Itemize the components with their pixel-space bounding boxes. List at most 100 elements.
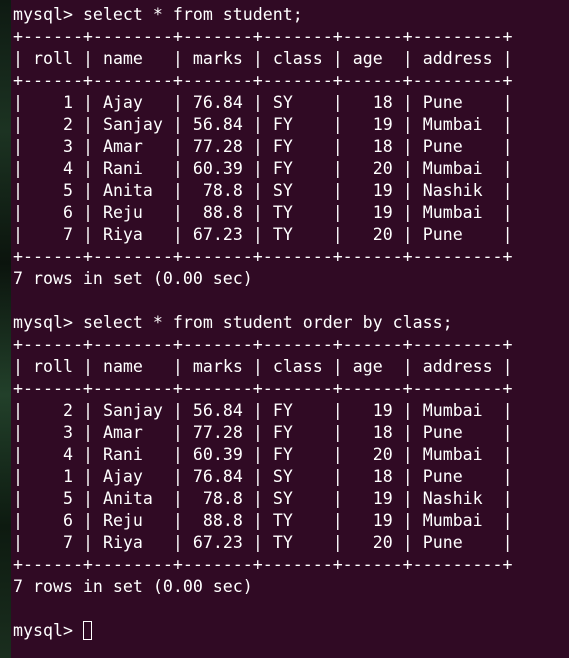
table-cell: 1: [62, 467, 73, 486]
table-row: | 6 | Reju | 88.8 | TY | 19 | Mumbai |: [13, 203, 513, 222]
column-header: name: [102, 49, 143, 68]
column-header: age: [352, 357, 383, 376]
table-cell: Anita: [102, 181, 153, 200]
table-cell: Sanjay: [102, 115, 163, 134]
table-cell: TY: [272, 511, 293, 530]
table-cell: 20: [372, 225, 393, 244]
table-cell: Mumbai: [422, 203, 483, 222]
table-cell: 18: [372, 137, 393, 156]
table-row: | 6 | Reju | 88.8 | TY | 19 | Mumbai |: [13, 511, 513, 530]
table-cell: Ajay: [102, 93, 143, 112]
column-header: class: [272, 357, 323, 376]
table-cell: Pune: [422, 423, 463, 442]
table-cell: Pune: [422, 137, 463, 156]
table-cell: 20: [372, 445, 393, 464]
table-cell: 7: [62, 533, 73, 552]
table-cell: 67.23: [192, 533, 243, 552]
table-row: | 4 | Rani | 60.39 | FY | 20 | Mumbai |: [13, 445, 513, 464]
table-cell: SY: [272, 93, 293, 112]
table-cell: 78.8: [202, 181, 243, 200]
column-header: address: [422, 357, 493, 376]
sql-command: select * from student;: [82, 5, 303, 24]
table-cell: 3: [62, 137, 73, 156]
table-row: | 5 | Anita | 78.8 | SY | 19 | Nashik |: [13, 489, 513, 508]
table-cell: 88.8: [202, 203, 243, 222]
command-line: mysql> select * from student order by cl…: [13, 312, 513, 334]
table-cell: FY: [272, 423, 293, 442]
table-cell: 78.8: [202, 489, 243, 508]
table-header-row: | roll | name | marks | class | age | ad…: [13, 357, 513, 376]
table-cell: Pune: [422, 533, 463, 552]
table-cell: Mumbai: [422, 159, 483, 178]
table-cell: FY: [272, 115, 293, 134]
table-cell: FY: [272, 445, 293, 464]
result-summary-text: 7 rows in set (0.00 sec): [13, 269, 253, 288]
prompt: mysql>: [13, 621, 83, 640]
table-cell: 56.84: [192, 401, 243, 420]
desktop-background: [0, 0, 11, 658]
prompt: mysql>: [13, 313, 83, 332]
table-cell: Mumbai: [422, 511, 483, 530]
table-cell: TY: [272, 203, 293, 222]
column-header: address: [422, 49, 493, 68]
terminal-output: mysql> select * from student; +------+---…: [13, 4, 513, 642]
column-header: class: [272, 49, 323, 68]
table-row: | 1 | Ajay | 76.84 | SY | 18 | Pune |: [13, 93, 513, 112]
table-cell: 18: [372, 467, 393, 486]
result-summary-text: 7 rows in set (0.00 sec): [13, 577, 253, 596]
table-cell: Reju: [102, 511, 143, 530]
table-cell: SY: [272, 467, 293, 486]
table-cell: Nashik: [422, 181, 483, 200]
table-border: +------+--------+-------+-------+------+…: [13, 379, 513, 398]
table-row: | 2 | Sanjay | 56.84 | FY | 19 | Mumbai …: [13, 401, 513, 420]
table-cell: 60.39: [192, 159, 243, 178]
table-row: | 4 | Rani | 60.39 | FY | 20 | Mumbai |: [13, 159, 513, 178]
table-cell: SY: [272, 181, 293, 200]
table-cell: 5: [62, 181, 73, 200]
table-border: +------+--------+-------+-------+------+…: [13, 247, 513, 266]
table-cell: Riya: [102, 533, 143, 552]
table-cell: 2: [62, 115, 73, 134]
table-row: | 3 | Amar | 77.28 | FY | 18 | Pune |: [13, 423, 513, 442]
table-cell: Riya: [102, 225, 143, 244]
table-header-row: | roll | name | marks | class | age | ad…: [13, 49, 513, 68]
table-border: +------+--------+-------+-------+------+…: [13, 555, 513, 574]
table-cell: 19: [372, 115, 393, 134]
table-cell: Sanjay: [102, 401, 163, 420]
table-cell: Mumbai: [422, 445, 483, 464]
table-cell: 77.28: [192, 423, 243, 442]
table-cell: 3: [62, 423, 73, 442]
terminal-window[interactable]: mysql> select * from student; +------+---…: [11, 0, 569, 658]
table-border: +------+--------+-------+-------+------+…: [13, 27, 513, 46]
table-cell: 4: [62, 445, 73, 464]
table-row: | 2 | Sanjay | 56.84 | FY | 19 | Mumbai …: [13, 115, 513, 134]
table-row: | 7 | Riya | 67.23 | TY | 20 | Pune |: [13, 533, 513, 552]
table-cell: 76.84: [192, 467, 243, 486]
table-cell: Pune: [422, 225, 463, 244]
table-cell: 5: [62, 489, 73, 508]
command-line: mysql>: [13, 620, 513, 642]
table-row: | 3 | Amar | 77.28 | FY | 18 | Pune |: [13, 137, 513, 156]
table-row: | 7 | Riya | 67.23 | TY | 20 | Pune |: [13, 225, 513, 244]
table-cell: Rani: [102, 159, 143, 178]
table-cell: 7: [62, 225, 73, 244]
table-cell: SY: [272, 489, 293, 508]
table-border: +------+--------+-------+-------+------+…: [13, 335, 513, 354]
table-cell: 19: [372, 181, 393, 200]
table-cell: 6: [62, 203, 73, 222]
table-cell: FY: [272, 159, 293, 178]
table-cell: 19: [372, 203, 393, 222]
table-cell: 56.84: [192, 115, 243, 134]
table-cell: Nashik: [422, 489, 483, 508]
table-cell: 76.84: [192, 93, 243, 112]
table-row: | 1 | Ajay | 76.84 | SY | 18 | Pune |: [13, 467, 513, 486]
table-cell: 19: [372, 511, 393, 530]
table-cell: TY: [272, 225, 293, 244]
column-header: age: [352, 49, 383, 68]
table-cell: 6: [62, 511, 73, 530]
table-cell: 20: [372, 533, 393, 552]
table-cell: Ajay: [102, 467, 143, 486]
table-cell: 18: [372, 423, 393, 442]
table-cell: Pune: [422, 467, 463, 486]
